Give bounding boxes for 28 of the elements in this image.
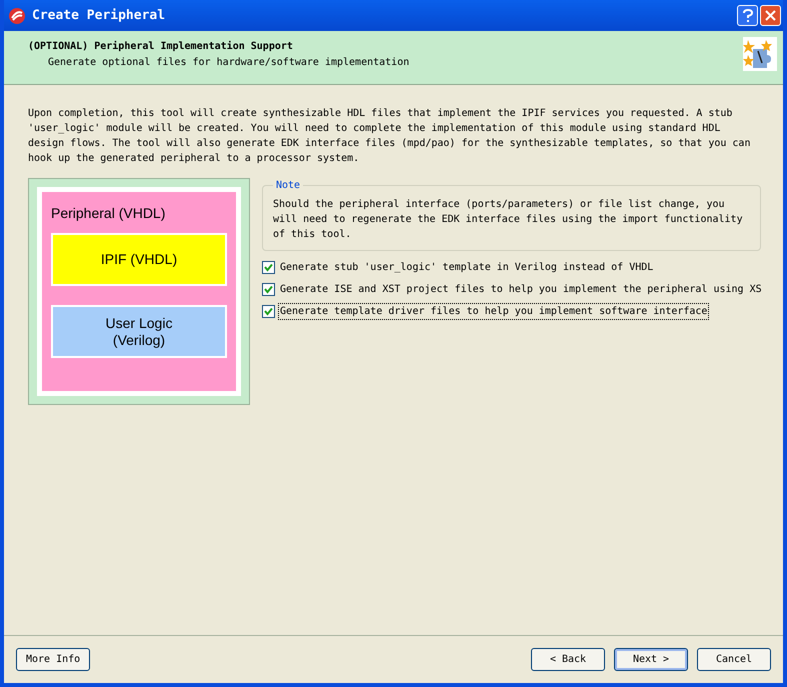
puzzle-stars-icon (743, 37, 777, 71)
app-logo-icon (8, 6, 26, 24)
module-block: User Logic (Verilog) (51, 305, 227, 358)
checkbox-label[interactable]: Generate ISE and XST project files to help you implement the peripheral using XS (279, 282, 763, 297)
cancel-button[interactable]: Cancel (697, 648, 771, 671)
check-icon (264, 285, 273, 294)
checkbox-label[interactable]: Generate template driver files to help you implement software interface (279, 304, 708, 319)
note-title: Note (275, 179, 302, 193)
window-title: Create Peripheral (32, 6, 166, 25)
help-icon (742, 8, 752, 22)
header-subtitle: Generate optional files for hardware/software implementation (48, 56, 410, 70)
close-icon (765, 10, 776, 21)
check-icon (264, 307, 273, 316)
description-text: Upon completion, this tool will create synthesizable HDL files that implement the IPIF services you requested. A stub 'user_logic' module will be created. You will need to complete the implementation of this module using standard HDL design flows. The tool will also generate EDK interface files (mpd/pao) for the synthesizable templates, so that you can hook up the generated peripheral to a processor system. (28, 107, 752, 166)
note-text: Should the peripheral interface (ports/parameters) or file list change, you will need to regenerate the EDK interface files using the import functionality of this tool. (273, 198, 744, 242)
close-button[interactable] (760, 5, 781, 26)
module-block: IPIF (VHDL) (51, 233, 227, 286)
more-info-button[interactable]: More Info (16, 648, 90, 671)
peripheral-label: Peripheral (VHDL) (51, 204, 166, 223)
checkbox[interactable] (262, 283, 275, 296)
checkbox-label[interactable]: Generate stub 'user_logic' template in Verilog instead of VHDL (279, 260, 654, 275)
checkbox[interactable] (262, 261, 275, 274)
back-button[interactable]: < Back (531, 648, 605, 671)
next-button[interactable]: Next > (614, 648, 688, 671)
checkbox[interactable] (262, 305, 275, 318)
help-button[interactable] (737, 5, 758, 26)
header-title: (OPTIONAL) Peripheral Implementation Support (28, 40, 294, 54)
check-icon (264, 263, 273, 272)
